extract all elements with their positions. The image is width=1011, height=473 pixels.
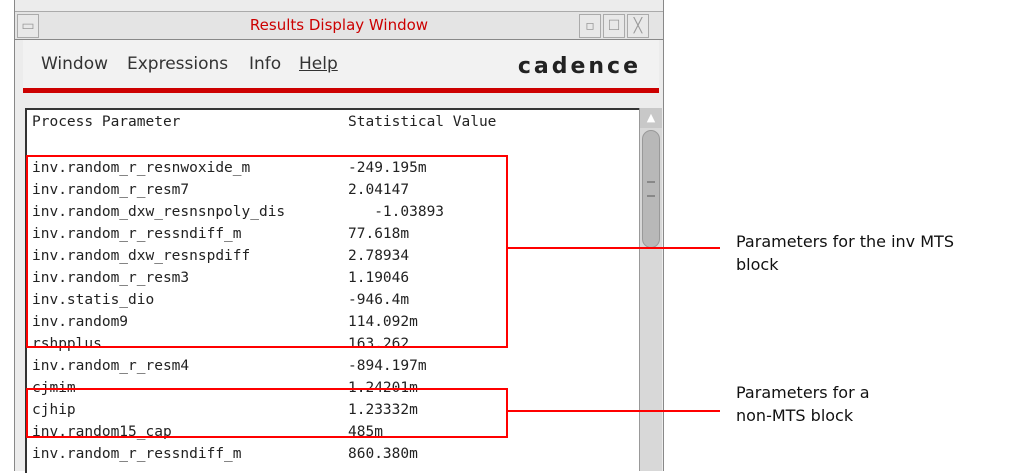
callout-line-inv <box>506 247 720 249</box>
table-row: inv.random_r_resm4 -894.197m <box>32 358 427 380</box>
menu-expressions[interactable]: Expressions <box>127 54 228 74</box>
annotation-non-mts-block: Parameters for a non-MTS block <box>736 383 870 425</box>
menu-info[interactable]: Info <box>249 54 281 74</box>
vertical-scrollbar[interactable]: ▲ <box>639 108 662 471</box>
header-value: Statistical Value <box>348 114 497 130</box>
parameter-value: 860.380m <box>348 446 418 462</box>
table-header: Process Parameter Statistical Value <box>32 114 496 136</box>
scroll-thumb[interactable] <box>642 130 660 248</box>
cadence-logo: cadence <box>517 54 641 79</box>
highlight-non-mts-block <box>26 388 508 438</box>
minimize-button[interactable]: ▫ <box>579 14 601 38</box>
parameter-name: inv.random_r_resm4 <box>32 358 190 374</box>
callout-line-non-mts <box>506 410 720 412</box>
table-row: inv.random_r_ressndiff_m 860.380m <box>32 446 418 468</box>
annotation-inv-block: Parameters for the inv MTS block <box>736 232 954 274</box>
divider <box>23 88 659 93</box>
menu-help[interactable]: Help <box>299 54 338 74</box>
menu-window[interactable]: Window <box>41 54 108 74</box>
close-button[interactable]: ╳ <box>627 14 649 38</box>
header-parameter: Process Parameter <box>32 114 181 130</box>
parameter-value: -894.197m <box>348 358 427 374</box>
grip-icon <box>647 181 655 197</box>
window-title: Results Display Window <box>249 16 429 34</box>
scroll-up-arrow-icon[interactable]: ▲ <box>640 108 662 128</box>
menu-bar: Window Expressions Info Help cadence <box>23 40 659 88</box>
maximize-button[interactable]: ☐ <box>603 14 625 38</box>
title-bar[interactable]: ▭ Results Display Window ▫ ☐ ╳ <box>15 11 663 40</box>
parameter-name: inv.random_r_ressndiff_m <box>32 446 242 462</box>
highlight-inv-block <box>26 155 508 348</box>
